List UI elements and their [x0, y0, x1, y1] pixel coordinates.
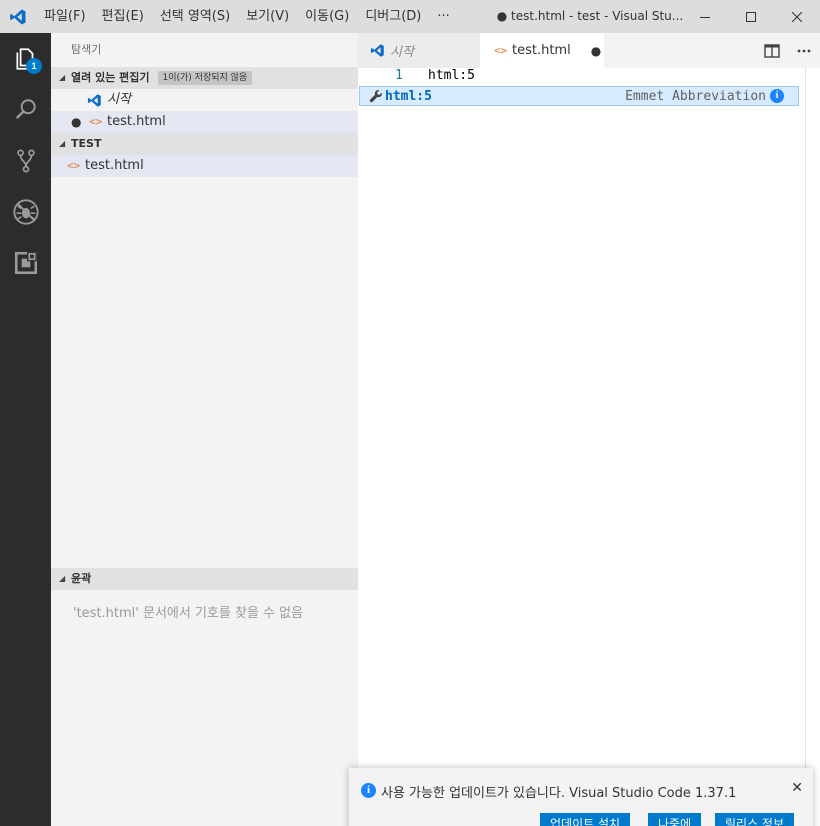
later-button[interactable]: 나중에	[648, 813, 702, 826]
maximize-button[interactable]	[728, 0, 774, 33]
html-file-icon: <>	[67, 159, 81, 172]
activity-source-control[interactable]	[0, 135, 51, 186]
install-update-button[interactable]: 업데이트 설치	[540, 813, 631, 826]
split-editor-icon	[764, 43, 780, 58]
menu-view[interactable]: 보기(V)	[238, 0, 297, 33]
file-test-html[interactable]: <> test.html	[51, 155, 358, 177]
menu-go[interactable]: 이동(G)	[297, 0, 357, 33]
open-editor-test-html[interactable]: ● <> test.html	[51, 111, 358, 133]
menu-file[interactable]: 파일(F)	[36, 0, 94, 33]
update-notification: i 사용 가능한 업데이트가 있습니다. Visual Studio Code …	[349, 768, 813, 826]
maximize-icon	[746, 11, 756, 22]
explorer-badge: 1	[26, 58, 42, 74]
chevron-down-icon: ◢	[59, 73, 66, 82]
window-title: ● test.html - test - Visual Stu...	[496, 9, 684, 23]
code-line[interactable]: html:5	[428, 68, 475, 84]
html-file-icon: <>	[494, 44, 508, 57]
info-icon[interactable]: i	[770, 89, 784, 103]
activity-bar: 1	[0, 33, 51, 826]
outline-header[interactable]: ◢ 윤곽	[51, 568, 358, 590]
menu-edit[interactable]: 편집(E)	[94, 0, 152, 33]
tab-welcome-label: 시작	[390, 45, 414, 60]
window-controls	[682, 0, 820, 33]
line-number: 1	[395, 68, 403, 83]
vscode-logo-icon	[0, 0, 36, 33]
suggestion-item[interactable]: html:5 Emmet Abbreviation i	[359, 86, 799, 106]
tab-welcome[interactable]: 시작	[358, 33, 480, 68]
close-window-button[interactable]	[774, 0, 820, 33]
activity-explorer[interactable]: 1	[0, 33, 51, 84]
editor-scrollbar[interactable]	[805, 68, 806, 826]
ellipsis-icon	[797, 49, 811, 52]
menu-more[interactable]: ···	[429, 0, 457, 33]
tab-test-html[interactable]: <> test.html ●	[480, 33, 604, 68]
menu-selection[interactable]: 선택 영역(S)	[152, 0, 238, 33]
chevron-down-icon: ◢	[59, 139, 66, 148]
unsaved-badge: 1이(가) 저장되지 않음	[157, 71, 253, 85]
workspace-title: TEST	[71, 137, 102, 150]
open-editors-header[interactable]: ◢ 열려 있는 편집기 1이(가) 저장되지 않음	[51, 67, 358, 89]
release-notes-button[interactable]: 릴리스 정보	[715, 813, 795, 826]
menu-debug[interactable]: 디버그(D)	[357, 0, 429, 33]
vscode-logo-icon	[87, 93, 107, 108]
outline-title: 윤곽	[71, 572, 92, 585]
close-notification-button[interactable]: ✕	[791, 780, 803, 796]
outline-empty-message: 'test.html' 문서에서 기호를 찾을 수 없음	[73, 606, 304, 621]
activity-search[interactable]	[0, 84, 51, 135]
minimize-icon	[700, 16, 710, 18]
html-file-icon: <>	[89, 115, 103, 128]
activity-extensions[interactable]	[0, 237, 51, 288]
open-editor-welcome[interactable]: 시작	[51, 89, 358, 111]
open-editor-welcome-label: 시작	[107, 92, 131, 107]
minimize-button[interactable]	[682, 0, 728, 33]
suggestion-detail: Emmet Abbreviation	[625, 88, 766, 104]
close-icon	[792, 11, 802, 22]
explorer-sidebar: 탐색기 ◢ 열려 있는 편집기 1이(가) 저장되지 않음 시작 ● <> te…	[51, 33, 358, 826]
menu-bar: 파일(F) 편집(E) 선택 영역(S) 보기(V) 이동(G) 디버그(D) …	[36, 0, 458, 33]
workspace-header[interactable]: ◢ TEST	[51, 133, 358, 155]
suggestion-label: html:5	[385, 88, 432, 104]
title-bar: 파일(F) 편집(E) 선택 영역(S) 보기(V) 이동(G) 디버그(D) …	[0, 0, 820, 33]
debug-icon	[12, 198, 39, 225]
vscode-logo-icon	[370, 43, 390, 58]
editor-tabs: 시작 <> test.html ●	[358, 33, 820, 68]
search-icon	[15, 98, 36, 119]
dirty-dot-icon[interactable]: ●	[71, 111, 89, 133]
tab-actions	[756, 33, 820, 68]
activity-debug[interactable]	[0, 186, 51, 237]
file-test-html-label: test.html	[85, 158, 144, 173]
more-actions-button[interactable]	[788, 33, 820, 68]
notification-message: 사용 가능한 업데이트가 있습니다. Visual Studio Code 1.…	[381, 786, 737, 801]
code-editor[interactable]: 1 html:5 html:5 Emmet Abbreviation i	[358, 68, 820, 826]
sidebar-title: 탐색기	[71, 43, 102, 56]
tab-test-html-label: test.html	[512, 43, 571, 58]
chevron-down-icon: ◢	[59, 574, 66, 583]
source-control-icon	[16, 149, 35, 172]
extensions-icon	[14, 251, 37, 274]
split-editor-button[interactable]	[756, 33, 788, 68]
info-icon: i	[361, 783, 376, 798]
wrench-icon	[367, 89, 385, 103]
open-editor-test-html-label: test.html	[107, 114, 166, 129]
open-editors-title: 열려 있는 편집기	[71, 71, 150, 84]
dirty-dot-icon[interactable]: ●	[591, 44, 601, 58]
